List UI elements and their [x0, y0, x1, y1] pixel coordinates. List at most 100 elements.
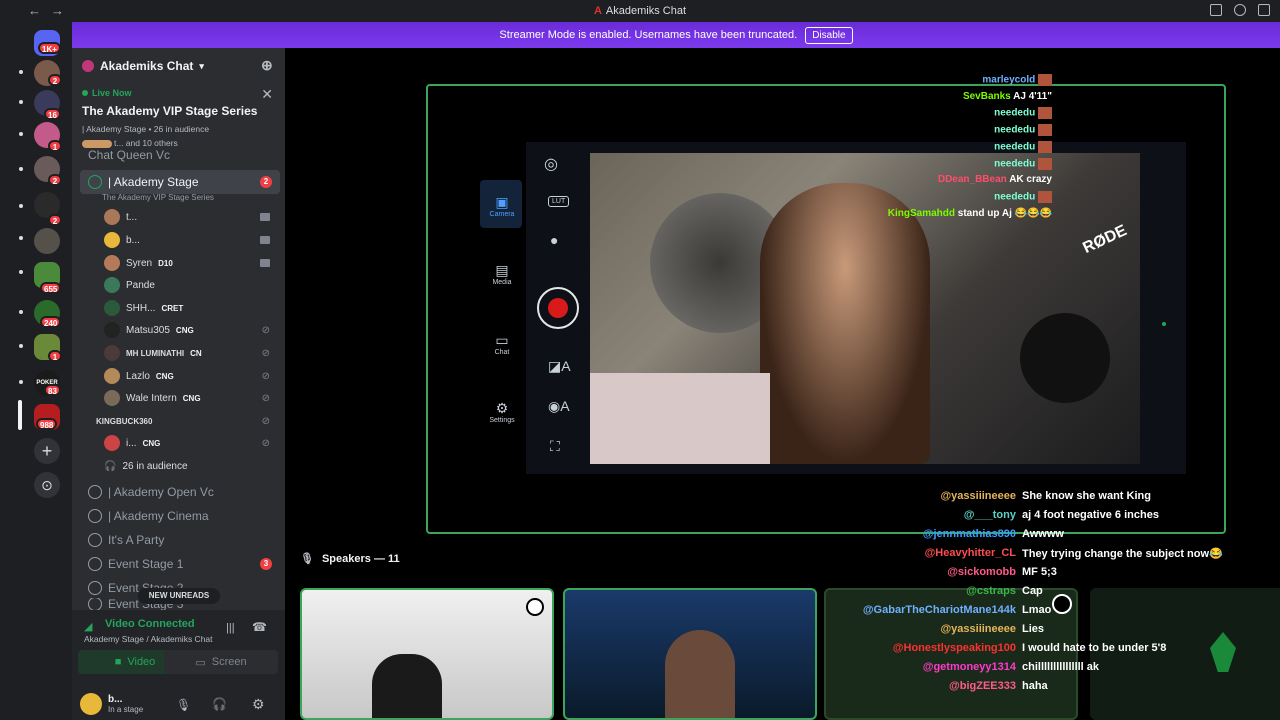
chat-user[interactable]: @bigZEE333: [949, 680, 1016, 692]
chat-message-text: I would hate to be under 5'8: [1022, 642, 1167, 654]
camera-icon: ■: [114, 656, 122, 668]
stage-user[interactable]: MH LUMINATHI CN ⊘: [104, 342, 276, 364]
avatar[interactable]: [80, 693, 102, 715]
chat-user[interactable]: @jennmathias890: [923, 528, 1016, 540]
emote-icon: [1038, 157, 1052, 170]
stage-user[interactable]: Pande: [104, 274, 276, 296]
audience-count[interactable]: 🎧 26 in audience: [104, 455, 276, 477]
chat-user[interactable]: @___tony: [964, 509, 1016, 521]
chat-user[interactable]: @Honestlyspeaking100: [893, 642, 1016, 654]
speaker-tile[interactable]: [1090, 588, 1280, 720]
window-controls-icon[interactable]: [1258, 4, 1270, 16]
stage-user[interactable]: Lazlo CNG ⊘: [104, 365, 276, 387]
new-unreads-button[interactable]: NEW UNREADS: [138, 588, 220, 604]
server-badge: 1: [48, 350, 62, 362]
chat-user[interactable]: @cstraps: [966, 585, 1016, 597]
inbox-icon[interactable]: [1210, 4, 1222, 16]
bed: [590, 373, 770, 464]
muted-mic-icon: ⊘: [261, 392, 270, 404]
user-tag: CRET: [161, 303, 184, 313]
user-name: Lazlo: [126, 370, 150, 382]
chat-text: I would hate to be under 5'8: [1022, 642, 1166, 654]
chat-user[interactable]: @GabarTheChariotMane144k: [863, 604, 1016, 616]
app-logo-icon: A: [593, 5, 602, 17]
stage-user[interactable]: i... CNG ⊘: [104, 432, 276, 454]
channel-open-vc[interactable]: | Akademy Open Vc: [80, 480, 280, 504]
overlay-chat-user: neededu: [994, 191, 1036, 203]
screen-share-button[interactable]: ▭ Screen: [164, 650, 278, 674]
settings-label: Settings: [489, 417, 515, 424]
mic-icon: 🎙: [300, 553, 314, 565]
user-status: In a stage: [108, 705, 144, 714]
chat-text: Cap: [1022, 585, 1043, 597]
overlay-chat-user: SevBanks: [962, 90, 1011, 102]
chat-message-text: haha: [1022, 680, 1048, 692]
speakers-header: 🎙 Speakers — 11: [300, 552, 400, 565]
overlay-chat-user: neededu: [994, 108, 1036, 120]
chat-tab[interactable]: ▭ Chat: [482, 332, 522, 356]
stage-user[interactable]: Wale Intern CNG ⊘: [104, 387, 276, 409]
auto-exposure-icon[interactable]: ◪A: [548, 358, 571, 375]
discover-icon[interactable]: ⊙: [34, 472, 60, 498]
chat-user[interactable]: @yassiiineeee: [940, 490, 1016, 502]
fullscreen-icon[interactable]: ⛶: [550, 438, 560, 455]
help-icon[interactable]: [1234, 4, 1246, 16]
muted-mic-icon: ⊘: [261, 347, 270, 359]
pin-icon[interactable]: [1052, 594, 1072, 614]
streamer-mode-banner: Streamer Mode is enabled. Usernames have…: [72, 22, 1280, 48]
stage-user[interactable]: KINGBUCK360 ⊘: [96, 410, 276, 432]
overlay-chat-line: neededu: [994, 107, 1052, 120]
speaker-tile[interactable]: [300, 588, 554, 720]
disconnect-icon[interactable]: ☎: [252, 620, 267, 634]
chat-user[interactable]: @yassiiineeee: [940, 623, 1016, 635]
overlay-chat-line: marleycold: [982, 74, 1052, 86]
mic-icon[interactable]: 🎙: [176, 698, 191, 712]
chat-user[interactable]: @getmoneyy1314: [923, 661, 1016, 673]
chat-message: @bigZEE333: [949, 680, 1016, 692]
chat-text: She know she want King: [1022, 490, 1151, 502]
stage-user[interactable]: SHH... CRET: [104, 297, 276, 319]
channel-its-a-party[interactable]: It's A Party: [80, 528, 280, 552]
headphones-icon[interactable]: 🎧: [212, 697, 227, 711]
invite-user-icon[interactable]: ⊕: [261, 58, 275, 72]
overlay-chat-msg: AJ 4'11": [1013, 90, 1052, 102]
chat-user[interactable]: @sickomobb: [947, 566, 1016, 578]
speaker-tile[interactable]: [563, 588, 817, 720]
status-dot: [1162, 322, 1166, 326]
channel-label: Event Stage 1: [108, 557, 184, 571]
chat-user[interactable]: @Heavyhitter_CL: [925, 547, 1016, 559]
server-badge: 655: [40, 282, 62, 294]
stage-user[interactable]: Matsu305 CNG ⊘: [104, 319, 276, 341]
voice-connection-panel: ◢ Video Connected Akademy Stage / Akadem…: [72, 610, 285, 720]
settings-tab[interactable]: ⚙ Settings: [482, 400, 522, 424]
channel-event-stage-1[interactable]: Event Stage 1 3: [80, 552, 280, 576]
pin-icon[interactable]: [526, 598, 544, 616]
overlay-chat-line: neededu: [994, 124, 1052, 137]
add-server-icon[interactable]: +: [34, 438, 60, 464]
channel-label: | Akademy Cinema: [108, 509, 209, 523]
record-button[interactable]: [537, 287, 579, 329]
gear-icon[interactable]: ⚙: [252, 696, 265, 713]
auto-focus-icon[interactable]: ◉A: [548, 398, 570, 415]
avatar: [104, 322, 120, 338]
channel-cinema[interactable]: | Akademy Cinema: [80, 504, 280, 528]
emote-icon: [1038, 124, 1052, 137]
chat-message-text: chilllllllllllllll ak: [1022, 661, 1100, 673]
user-tag: CN: [190, 348, 202, 358]
chat-message-text: aj 4 foot negative 6 inches: [1022, 509, 1159, 521]
overlay-chat-msg: AK crazy: [1009, 174, 1052, 186]
user-name: KINGBUCK360: [96, 416, 153, 426]
avatar: [104, 277, 120, 293]
emote-icon: [1038, 190, 1052, 203]
chat-text: They trying change the subject now😂: [1022, 547, 1223, 560]
avatar: [104, 435, 120, 451]
video-label: Video: [127, 656, 156, 668]
muted-mic-icon: ⊘: [261, 415, 270, 427]
chat-message: @yassiiineeee: [940, 490, 1016, 502]
signal-icon: ◢: [84, 621, 93, 633]
chat-message: @getmoneyy1314: [923, 661, 1016, 673]
overlay-chat-line: SevBanks AJ 4'11": [963, 91, 1052, 102]
noise-suppression-icon[interactable]: |||: [226, 622, 235, 634]
disable-streamer-mode-button[interactable]: Disable: [805, 26, 853, 44]
user-name: SHH...: [126, 302, 156, 314]
